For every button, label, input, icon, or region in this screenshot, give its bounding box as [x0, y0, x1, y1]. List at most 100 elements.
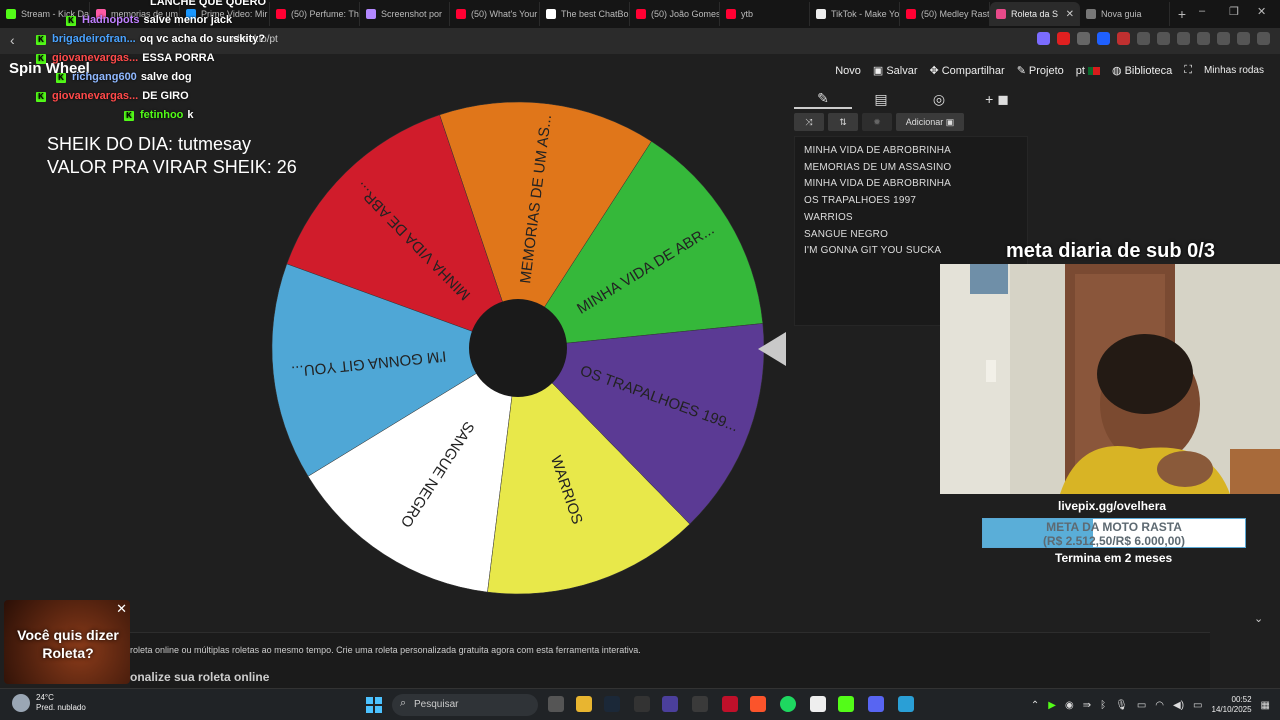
tab-label: Roleta da S — [1011, 9, 1059, 19]
wheel-svg[interactable]: MINHA VIDA DE ABR...MEMORIAS DE UM AS...… — [262, 98, 774, 602]
tab-favicon-icon — [1086, 9, 1096, 19]
weather-widget[interactable]: 24°C Pred. nublado — [12, 693, 86, 713]
back-icon[interactable]: ‹ — [10, 32, 15, 48]
app-icon[interactable] — [692, 696, 708, 712]
extension-icon[interactable] — [1097, 32, 1110, 45]
extension-icon[interactable] — [1217, 32, 1230, 45]
file-explorer-icon[interactable] — [576, 696, 592, 712]
mic-icon[interactable]: 🎙 — [1115, 700, 1128, 711]
notification-icon[interactable]: ▦ — [1261, 700, 1270, 711]
extension-icon[interactable] — [1057, 32, 1070, 45]
browser-tab[interactable]: Roleta da S ✕ — [990, 2, 1080, 26]
spotify-icon[interactable] — [780, 696, 796, 712]
kick-icon[interactable] — [838, 696, 854, 712]
maximize-icon[interactable]: ❐ — [1229, 5, 1239, 18]
wifi-icon[interactable]: ◠ — [1155, 700, 1164, 711]
tray-icon[interactable]: ◉ — [1065, 700, 1074, 711]
opera-icon[interactable] — [722, 696, 738, 712]
extension-icon[interactable] — [1177, 32, 1190, 45]
extension-icon[interactable] — [1197, 32, 1210, 45]
browser-tab[interactable]: (50) Medley Rast — [900, 2, 990, 26]
tray-icon[interactable]: ⇛ — [1083, 700, 1091, 711]
menu-item-novo[interactable]: Novo — [835, 65, 861, 77]
tab-favicon-icon — [276, 9, 286, 19]
promo-text: Você quis dizer Roleta? — [17, 627, 119, 661]
tab-favicon-icon — [726, 9, 736, 19]
bluetooth-icon[interactable]: ᛒ — [1100, 700, 1106, 711]
steam-icon[interactable] — [604, 696, 620, 712]
browser-tab[interactable]: (50) João Gomes — [630, 2, 720, 26]
close-window-icon[interactable]: ✕ — [1257, 5, 1266, 18]
add-image-button[interactable]: Adicionar ▣ — [896, 113, 964, 131]
description-section: roleta online ou múltiplas roletas ao me… — [130, 632, 1210, 688]
taskbar-search[interactable]: ⌕ Pesquisar — [392, 694, 538, 716]
battery-icon[interactable]: ▭ — [1193, 700, 1202, 711]
webcam-image — [940, 264, 1280, 494]
app-icon[interactable] — [662, 696, 678, 712]
tab-favicon-icon — [366, 9, 376, 19]
notepad-icon[interactable] — [898, 696, 914, 712]
minimize-icon[interactable]: – — [1199, 5, 1205, 17]
windows-start-icon[interactable] — [366, 697, 382, 713]
menu-label: Salvar — [886, 64, 918, 77]
extension-icon[interactable] — [1157, 32, 1170, 45]
shuffle-icon: ⤨ — [805, 116, 813, 127]
menu-label: pt — [1075, 64, 1085, 77]
close-icon[interactable]: ✕ — [116, 601, 127, 617]
menu-icon[interactable] — [1257, 32, 1270, 45]
browser-tab[interactable]: The best ChatBo — [540, 2, 630, 26]
discord-icon[interactable] — [868, 696, 884, 712]
menu-item-salvar[interactable]: ▣ Salvar — [873, 64, 918, 78]
chat-username: fetinhoo — [140, 109, 184, 121]
browser-tab[interactable]: ytb — [720, 2, 810, 26]
browser-tab[interactable]: Screenshot por — [360, 2, 450, 26]
entry-line: I'M GONNA GIT YOU SUCKA — [804, 245, 942, 257]
extension-icon[interactable] — [1077, 32, 1090, 45]
extension-icon[interactable] — [1237, 32, 1250, 45]
extension-icon[interactable] — [1037, 32, 1050, 45]
volume-icon[interactable]: ◀) — [1173, 700, 1184, 711]
close-tab-icon[interactable]: ✕ — [1066, 9, 1074, 20]
menu-item-minhas-rodas[interactable]: Minhas rodas — [1204, 65, 1264, 76]
section-heading: onalize sua roleta online — [130, 670, 270, 684]
browser-tab[interactable]: (50) What's Your — [450, 2, 540, 26]
menu-label: Novo — [835, 64, 861, 77]
extension-icon[interactable] — [1117, 32, 1130, 45]
entry-line: WARRIOS — [804, 211, 853, 223]
app-icon[interactable] — [634, 696, 650, 712]
tab-edit[interactable]: ✎ — [794, 90, 852, 109]
tab-results[interactable]: ▤ — [852, 91, 910, 108]
menu-item-compartilhar[interactable]: ✥ Compartilhar — [930, 64, 1005, 78]
play-icon[interactable]: ▶ — [1048, 700, 1056, 711]
tab-label: (50) João Gomes — [651, 9, 720, 19]
wheel-center-hub[interactable] — [469, 299, 567, 397]
menu-item-language[interactable]: pt — [1076, 65, 1100, 77]
menu-item-biblioteca[interactable]: ◍ Biblioteca — [1112, 64, 1172, 78]
tab-hide[interactable]: ◎ — [910, 91, 968, 108]
eye-off-icon: ◎ — [932, 90, 946, 107]
promo-card[interactable]: ✕ Você quis dizer Roleta? — [4, 600, 130, 684]
fullscreen-icon[interactable]: ⛶ — [1184, 64, 1192, 77]
tab-favicon-icon — [6, 9, 16, 19]
kick-badge-icon: K — [56, 73, 66, 83]
shuffle-button[interactable]: ⤨ — [794, 113, 824, 131]
new-tab-button[interactable]: + — [1170, 6, 1194, 22]
browser-tab[interactable]: Nova guia — [1080, 2, 1170, 26]
spin-wheel[interactable]: MINHA VIDA DE ABR... MEMORIAS DE UM AS...… — [262, 98, 774, 602]
menu-item-projeto[interactable]: ✎ Projeto — [1016, 64, 1064, 78]
add-label: Adicionar — [905, 117, 944, 127]
clock[interactable]: 00:52 14/10/2025 — [1212, 695, 1252, 715]
monitor-icon[interactable]: ▭ — [1137, 700, 1146, 711]
chevron-up-icon[interactable]: ⌃ — [1031, 700, 1039, 711]
task-view-icon[interactable] — [548, 696, 564, 712]
chevron-down-icon[interactable]: ⌄ — [1254, 612, 1263, 625]
tab-add-image[interactable]: + ◼ — [968, 91, 1026, 108]
pencil-icon: ✎ — [1016, 65, 1026, 77]
sort-button[interactable]: ⇅ — [828, 113, 858, 131]
settings-button[interactable]: ✹ — [862, 113, 892, 131]
browser-tab[interactable]: TikTok - Make Yo — [810, 2, 900, 26]
brave-icon[interactable] — [750, 696, 766, 712]
extension-icon[interactable] — [1137, 32, 1150, 45]
file-icon[interactable] — [810, 696, 826, 712]
browser-tab[interactable]: (50) Perfume: Th — [270, 2, 360, 26]
